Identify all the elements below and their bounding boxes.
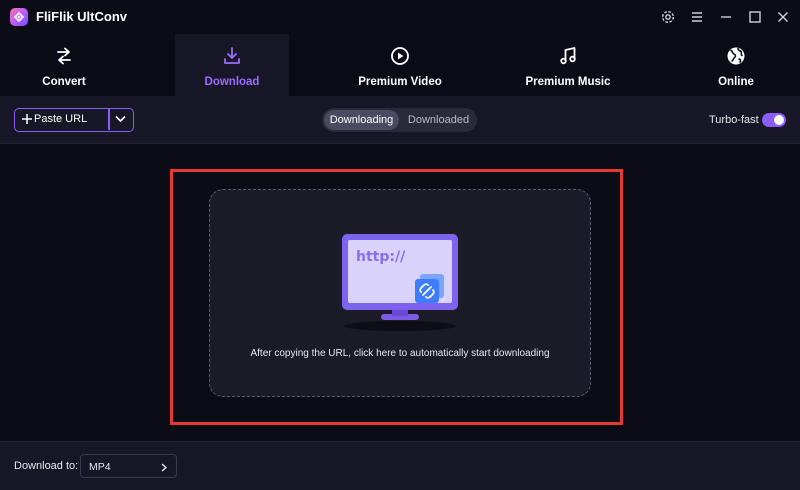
tab-premium-music[interactable]: Premium Music	[508, 34, 628, 96]
plus-icon	[22, 114, 32, 124]
paste-url-label: Paste URL	[34, 113, 88, 125]
download-status-switch: Downloading Downloaded	[322, 108, 477, 132]
tab-premium-video-label: Premium Video	[358, 76, 442, 88]
download-to-label: Download to:	[14, 460, 79, 472]
app-logo-icon	[10, 8, 28, 26]
http-illustration-text: http://	[356, 249, 406, 265]
tab-convert-label: Convert	[42, 76, 86, 88]
tab-premium-video[interactable]: Premium Video	[340, 34, 460, 96]
monitor-illustration-icon: http://	[335, 229, 465, 333]
maximize-icon[interactable]	[747, 9, 763, 25]
turbo-fast-label: Turbo-fast	[709, 114, 759, 126]
tab-premium-music-label: Premium Music	[525, 76, 611, 88]
music-note-icon	[558, 46, 578, 66]
close-icon[interactable]	[775, 9, 791, 25]
chevron-down-icon	[115, 115, 126, 123]
tab-convert[interactable]: Convert	[0, 34, 128, 96]
drop-zone-instruction: After copying the URL, click here to aut…	[250, 348, 550, 359]
chevron-right-icon	[161, 463, 167, 472]
tab-download-label: Download	[204, 76, 260, 88]
main-nav: Convert Download Premium Video Premium M…	[0, 34, 800, 96]
convert-arrows-icon	[54, 46, 74, 66]
segment-downloaded[interactable]: Downloaded	[402, 110, 475, 130]
segment-downloading[interactable]: Downloading	[324, 110, 399, 130]
output-format-value: MP4	[89, 461, 111, 473]
tab-download[interactable]: Download	[175, 34, 289, 96]
settings-icon[interactable]	[660, 9, 676, 25]
tab-online[interactable]: Online	[680, 34, 792, 96]
paste-url-button-group: Paste URL	[14, 108, 134, 132]
app-title: FliFlik UltConv	[36, 9, 127, 24]
toggle-knob	[774, 115, 784, 125]
tab-online-label: Online	[718, 76, 754, 88]
turbo-fast-toggle[interactable]	[762, 113, 786, 127]
menu-icon[interactable]	[689, 9, 705, 25]
output-format-select[interactable]: MP4	[80, 454, 177, 478]
paste-url-dropdown[interactable]	[110, 109, 132, 130]
title-bar: FliFlik UltConv	[0, 0, 800, 34]
play-circle-icon	[390, 46, 410, 66]
paste-url-button[interactable]: Paste URL	[15, 109, 109, 130]
download-icon	[222, 46, 242, 66]
globe-icon	[726, 46, 746, 66]
minimize-icon[interactable]	[718, 9, 734, 25]
